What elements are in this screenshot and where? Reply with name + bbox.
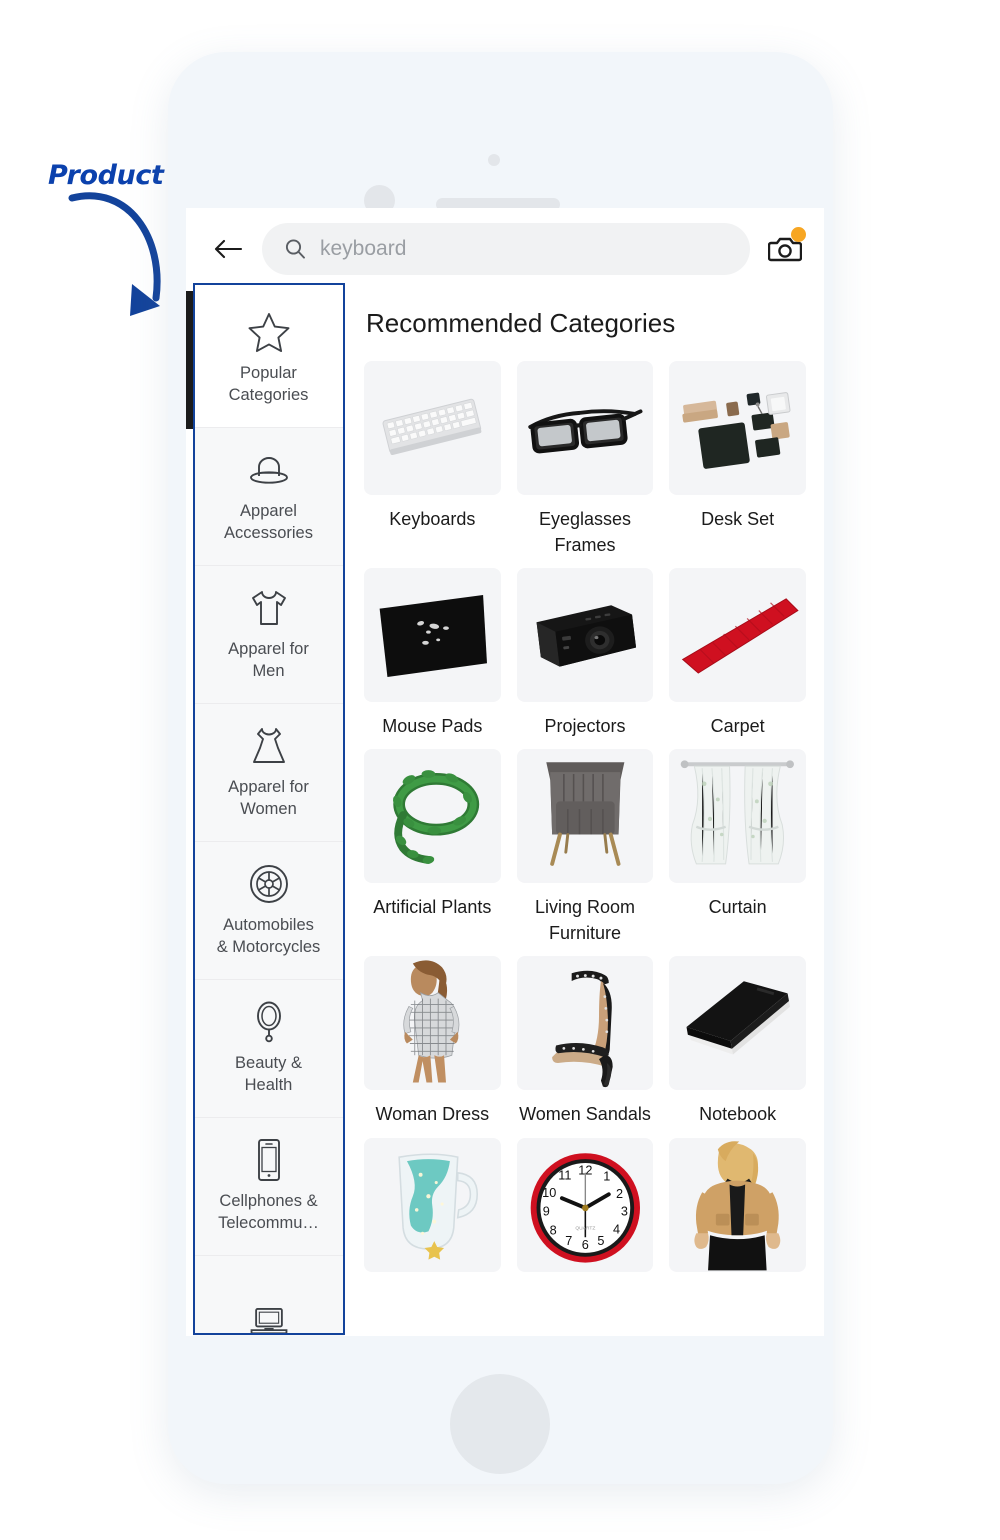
sidebar-item-cellphones-telecommunications[interactable]: Cellphones & Telecommu…	[193, 1118, 344, 1256]
grid-item-label: Women Sandals	[519, 1104, 651, 1125]
grid-item-label: Curtain	[708, 897, 767, 918]
artificial-plants-photo	[364, 749, 501, 884]
grid-item-label: Eyeglasses Frames	[538, 509, 632, 556]
svg-text:1: 1	[603, 1169, 610, 1183]
grid-item-label: Carpet	[710, 716, 765, 737]
back-button[interactable]	[206, 227, 250, 271]
sidebar-scrollbar-thumb[interactable]	[186, 291, 193, 429]
grid-item-label: Woman Dress	[375, 1104, 490, 1125]
grid-item-label: Desk Set	[701, 509, 775, 529]
search-icon	[285, 239, 305, 259]
sidebar-scrollbar-track[interactable]	[186, 290, 193, 1336]
recommended-categories-panel: Recommended Categories Keyboards Eyeglas…	[344, 290, 824, 1336]
sidebar-item-label: Cellphones & Telecommu…	[218, 1192, 319, 1232]
grid-item-women-sandals[interactable]: Women Sandals	[516, 956, 654, 1127]
sidebar-item-label: Apparel Accessories	[224, 502, 313, 542]
sidebar-item-computer-office[interactable]	[193, 1256, 344, 1336]
svg-text:11: 11	[558, 1168, 571, 1182]
sandal-photo	[516, 956, 654, 1091]
svg-text:4: 4	[613, 1222, 620, 1236]
app-screen: keyboard Popular Categories Apparel Acce…	[186, 208, 824, 1336]
notebook-photo	[669, 956, 806, 1091]
svg-text:6: 6	[581, 1237, 588, 1251]
sidebar-item-list: Popular Categories Apparel Accessories A…	[193, 290, 344, 1336]
svg-text:9: 9	[542, 1204, 549, 1218]
search-input[interactable]: keyboard	[262, 223, 750, 275]
desk-set-photo	[669, 361, 806, 495]
mirror-icon	[246, 1001, 292, 1043]
keyboard-photo	[364, 361, 501, 495]
svg-text:10: 10	[542, 1186, 556, 1200]
search-bar: keyboard	[186, 208, 824, 290]
grid-item-glass-mug[interactable]	[364, 1137, 501, 1283]
sidebar-item-apparel-for-men[interactable]: Apparel for Men	[193, 566, 344, 704]
phone-sensor-dot	[488, 154, 500, 166]
phone-frame: keyboard Popular Categories Apparel Acce…	[168, 52, 833, 1484]
curtain-photo	[669, 749, 806, 884]
grid-item-label: Mouse Pads	[382, 716, 483, 737]
grid-item-label: Living Room Furniture	[534, 897, 636, 944]
camera-search-button[interactable]	[762, 226, 808, 272]
grid-item-projectors[interactable]: Projectors	[516, 568, 654, 739]
svg-text:3: 3	[621, 1204, 628, 1218]
grid-item-curtain[interactable]: Curtain	[669, 749, 806, 946]
svg-text:8: 8	[549, 1223, 556, 1237]
camera-badge	[791, 227, 806, 242]
carpet-photo	[669, 568, 806, 703]
svg-text:5: 5	[597, 1234, 604, 1248]
star-icon	[246, 311, 292, 353]
search-input-value: keyboard	[320, 237, 407, 260]
screenshot-stage: Product categories	[0, 0, 1000, 1540]
sidebar-item-popular-categories[interactable]: Popular Categories	[193, 290, 344, 428]
category-grid: Keyboards Eyeglasses Frames Desk Set Mou…	[364, 361, 806, 1283]
projector-photo	[516, 568, 654, 703]
sidebar-item-label: Apparel for Men	[228, 640, 309, 680]
svg-text:QUARTZ: QUARTZ	[575, 1225, 595, 1231]
glass-mug-photo	[364, 1137, 501, 1272]
svg-text:7: 7	[565, 1234, 572, 1248]
phone-home-button[interactable]	[450, 1374, 550, 1474]
coat-photo	[669, 1137, 806, 1272]
category-sidebar: Popular Categories Apparel Accessories A…	[186, 290, 344, 1336]
grid-item-woman-dress[interactable]: Woman Dress	[364, 956, 501, 1127]
tshirt-icon	[246, 587, 292, 629]
sidebar-item-automobiles-motorcycles[interactable]: Automobiles & Motorcycles	[193, 842, 344, 980]
grid-item-eyeglasses-frames[interactable]: Eyeglasses Frames	[516, 361, 654, 558]
arrow-left-icon	[214, 239, 243, 259]
grid-item-coat[interactable]	[669, 1137, 806, 1283]
grid-item-label: Keyboards	[389, 509, 476, 529]
grid-item-label: Notebook	[699, 1104, 777, 1125]
wall-clock-photo: 12 1 2 3 4 5 6 7 8 9 10 11 QUARTZ	[516, 1137, 654, 1272]
hat-icon	[246, 449, 292, 491]
wheel-icon	[246, 863, 292, 905]
mouse-pad-photo	[364, 568, 501, 703]
grid-item-label: Projectors	[544, 716, 626, 737]
sidebar-item-label: Beauty & Health	[235, 1054, 302, 1094]
eyeglasses-photo	[516, 361, 654, 495]
laptop-icon	[246, 1299, 292, 1337]
grid-item-mouse-pads[interactable]: Mouse Pads	[364, 568, 501, 739]
grid-item-desk-set[interactable]: Desk Set	[669, 361, 806, 558]
dress-icon	[246, 725, 292, 767]
armchair-photo	[516, 749, 654, 884]
grid-item-wall-clock[interactable]: 12 1 2 3 4 5 6 7 8 9 10 11 QUARTZ	[516, 1137, 654, 1283]
sidebar-item-beauty-health[interactable]: Beauty & Health	[193, 980, 344, 1118]
grid-item-keyboards[interactable]: Keyboards	[364, 361, 501, 558]
sidebar-item-label: Automobiles & Motorcycles	[216, 916, 321, 956]
sidebar-item-label: Apparel for Women	[228, 778, 309, 818]
woman-dress-photo	[364, 956, 501, 1091]
page-title: Recommended Categories	[366, 308, 676, 338]
smartphone-icon	[246, 1139, 292, 1182]
grid-item-notebook[interactable]: Notebook	[669, 956, 806, 1127]
grid-item-living-room-furniture[interactable]: Living Room Furniture	[516, 749, 654, 946]
sidebar-item-label: Popular Categories	[228, 364, 309, 404]
screen-content: Popular Categories Apparel Accessories A…	[186, 290, 824, 1336]
grid-item-artificial-plants[interactable]: Artificial Plants	[364, 749, 501, 946]
sidebar-item-apparel-accessories[interactable]: Apparel Accessories	[193, 428, 344, 566]
sidebar-item-apparel-for-women[interactable]: Apparel for Women	[193, 704, 344, 842]
grid-item-carpet[interactable]: Carpet	[669, 568, 806, 739]
svg-text:2: 2	[616, 1187, 623, 1201]
grid-item-label: Artificial Plants	[373, 897, 492, 918]
